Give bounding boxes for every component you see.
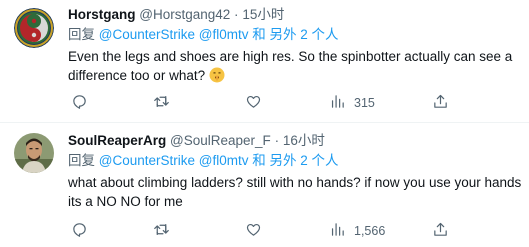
tweet[interactable]: Horstgang @Horstgang42 · 15小时 回复 @Counte…	[0, 0, 529, 122]
retweet-icon	[153, 221, 170, 241]
retweet-button[interactable]	[153, 221, 170, 241]
reply-mentions[interactable]: @CounterStrike @fl0mtv	[99, 153, 249, 168]
views-count: 315	[354, 96, 375, 110]
separator: ·	[274, 133, 280, 148]
share-icon	[432, 93, 449, 113]
display-name[interactable]: SoulReaperArg	[68, 133, 166, 148]
reply-icon	[71, 221, 88, 241]
like-icon	[245, 93, 262, 113]
tweet-body: Horstgang @Horstgang42 · 15小时 回复 @Counte…	[68, 6, 523, 88]
separator: ·	[234, 7, 239, 22]
reply-context: 回复 @CounterStrike @fl0mtv 和 另外 2 个人	[68, 26, 523, 44]
avatar[interactable]	[14, 133, 54, 173]
like-button[interactable]	[245, 221, 262, 241]
tweet[interactable]: SoulReaperArg @SoulReaper_F · 16小时 回复 @C…	[0, 123, 529, 247]
share-icon	[432, 221, 449, 241]
reply-icon	[71, 93, 88, 113]
tweet-text: Even the legs and shoes are high res. So…	[68, 47, 523, 88]
timestamp[interactable]: 16小时	[283, 133, 325, 148]
reply-mentions[interactable]: @CounterStrike @fl0mtv	[99, 27, 249, 42]
tweet-header: SoulReaperArg @SoulReaper_F · 16小时	[68, 132, 523, 150]
retweet-icon	[153, 93, 170, 113]
like-button[interactable]	[245, 93, 262, 113]
tweet-text-content: Even the legs and shoes are high res. So…	[68, 49, 513, 83]
like-icon	[245, 221, 262, 241]
reply-button[interactable]	[71, 221, 88, 241]
views-button[interactable]: 1,566	[329, 221, 385, 241]
tweet-actions: 315	[68, 93, 468, 113]
views-icon	[329, 221, 346, 241]
shushing-face-icon	[209, 67, 225, 88]
tweet-text: what about climbing ladders? still with …	[68, 175, 522, 209]
user-handle[interactable]: @Horstgang42	[139, 7, 230, 22]
retweet-button[interactable]	[153, 93, 170, 113]
views-count: 1,566	[354, 224, 386, 238]
views-icon	[329, 93, 346, 113]
reply-button[interactable]	[71, 93, 88, 113]
timestamp[interactable]: 15小时	[242, 7, 284, 22]
reply-others[interactable]: 和 另外 2 个人	[252, 153, 338, 168]
reply-context: 回复 @CounterStrike @fl0mtv 和 另外 2 个人	[68, 152, 523, 170]
share-button[interactable]	[432, 221, 449, 241]
reply-others[interactable]: 和 另外 2 个人	[252, 27, 338, 42]
avatar[interactable]	[14, 8, 54, 48]
reply-prefix: 回复	[68, 153, 95, 168]
share-button[interactable]	[432, 93, 449, 113]
user-handle[interactable]: @SoulReaper_F	[170, 133, 271, 148]
views-button[interactable]: 315	[329, 93, 375, 113]
tweet-body: SoulReaperArg @SoulReaper_F · 16小时 回复 @C…	[68, 132, 523, 211]
tweet-feed: Horstgang @Horstgang42 · 15小时 回复 @Counte…	[0, 0, 529, 247]
tweet-actions: 1,566	[68, 221, 468, 241]
reply-prefix: 回复	[68, 27, 95, 42]
tweet-header: Horstgang @Horstgang42 · 15小时	[68, 6, 523, 24]
display-name[interactable]: Horstgang	[68, 7, 136, 22]
